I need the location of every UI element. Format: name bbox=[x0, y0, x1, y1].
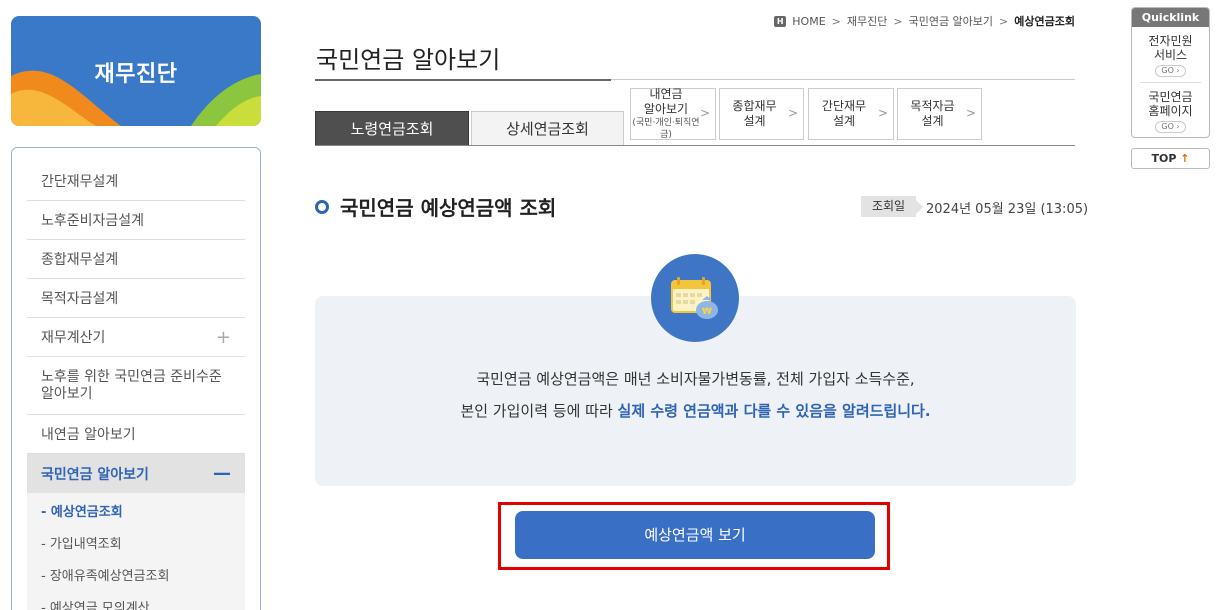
sidebar-item-label: 간단재무설계 bbox=[41, 174, 119, 190]
quick-tab-comprehensive-finance[interactable]: 종합재무 설계 > bbox=[719, 88, 804, 140]
page-title: 국민연금 알아보기 bbox=[316, 46, 501, 74]
breadcrumb-current: 예상연금조회 bbox=[1014, 15, 1075, 28]
quicklink-line2: 홈페이지 bbox=[1148, 104, 1193, 118]
sidebar-item-label: 목적자금설계 bbox=[41, 291, 119, 307]
quick-tab-line2: 설계 bbox=[921, 114, 944, 128]
quick-tab-simple-finance[interactable]: 간단재무 설계 > bbox=[808, 88, 894, 140]
tab-divider bbox=[315, 145, 1075, 146]
sidebar-submenu: - 예상연금조회 - 가입내역조회 - 장애유족예상연금조회 - 예상연금 모의… bbox=[27, 493, 245, 610]
quicklink-title: Quicklink bbox=[1132, 8, 1209, 27]
quick-tab-line2: 알아보기 bbox=[643, 102, 689, 116]
quick-tab-my-pension[interactable]: 내연금 알아보기 (국민·개인·퇴직연금) > bbox=[630, 87, 716, 140]
quick-tab-purpose-fund[interactable]: 목적자금 설계 > bbox=[897, 88, 982, 140]
svg-text:₩: ₩ bbox=[702, 307, 712, 317]
sidebar-item-label: 재무계산기 bbox=[41, 330, 106, 346]
go-badge: GO › bbox=[1155, 121, 1186, 133]
sidebar-subitem-disability-survivor[interactable]: - 장애유족예상연금조회 bbox=[27, 561, 245, 593]
breadcrumb: H HOME > 재무진단 > 국민연금 알아보기 > 예상연금조회 bbox=[774, 13, 1075, 29]
section-title: 국민연금 예상연금액 조회 bbox=[340, 196, 557, 220]
info-text-highlight: 실제 수령 연금액과 다를 수 있음을 알려드립니다. bbox=[617, 402, 931, 420]
sidebar-item-label: 노후를 위한 국민연금 준비수준 알아보기 bbox=[41, 368, 222, 402]
quicklink-e-civil-service[interactable]: 전자민원 서비스 GO › bbox=[1132, 27, 1209, 77]
sidebar-item-pension-readiness[interactable]: 노후를 위한 국민연금 준비수준 알아보기 bbox=[27, 357, 245, 415]
quick-tab-line1: 내연금 bbox=[649, 87, 683, 101]
sidebar-item-label: 종합재무설계 bbox=[41, 252, 119, 268]
chevron-right-icon: > bbox=[999, 14, 1009, 28]
sidebar-item-purpose-fund[interactable]: 목적자금설계 bbox=[27, 279, 245, 318]
arrow-up-icon: ↑ bbox=[1180, 152, 1190, 165]
left-banner: 재무진단 bbox=[11, 16, 261, 126]
quick-tab-line1: 간단재무 bbox=[821, 99, 867, 113]
view-expected-pension-button[interactable]: 예상연금액 보기 bbox=[515, 511, 875, 559]
tab-old-age-pension[interactable]: 노령연금조회 bbox=[315, 111, 469, 146]
quicklink-line1: 국민연금 bbox=[1148, 90, 1193, 104]
quicklink-line2: 서비스 bbox=[1153, 48, 1188, 62]
home-icon[interactable]: H bbox=[774, 15, 787, 27]
date-label: 조회일 bbox=[861, 196, 923, 217]
sidebar-item-comprehensive-finance[interactable]: 종합재무설계 bbox=[27, 240, 245, 279]
info-text-prefix: 본인 가입이력 등에 따라 bbox=[460, 402, 618, 420]
breadcrumb-home[interactable]: HOME bbox=[792, 15, 825, 28]
quick-tab-line2: 설계 bbox=[743, 114, 766, 128]
quicklink-panel: Quicklink 전자민원 서비스 GO › 국민연금 홈페이지 GO › bbox=[1131, 7, 1210, 138]
banner-title: 재무진단 bbox=[94, 62, 178, 87]
info-text-line2: 본인 가입이력 등에 따라 실제 수령 연금액과 다를 수 있음을 알려드립니다… bbox=[315, 400, 1076, 421]
sidebar-menu: 간단재무설계 노후준비자금설계 종합재무설계 목적자금설계 재무계산기 + 노후를… bbox=[11, 147, 261, 610]
title-underline bbox=[315, 79, 611, 81]
sidebar-item-label: 국민연금 알아보기 bbox=[41, 466, 149, 483]
quick-tab-note: (국민·개인·퇴직연금) bbox=[632, 118, 700, 140]
sidebar-subitem-pension-simulation[interactable]: - 예상연금 모의계산 bbox=[27, 593, 245, 610]
quick-tab-line1: 종합재무 bbox=[732, 99, 777, 113]
minus-icon: — bbox=[213, 463, 231, 484]
sidebar-item-label: 노후준비자금설계 bbox=[41, 213, 145, 229]
chevron-right-icon: > bbox=[877, 106, 888, 120]
plus-icon: + bbox=[215, 326, 231, 348]
bullet-icon bbox=[315, 200, 329, 214]
scroll-top-button[interactable]: TOP ↑ bbox=[1131, 148, 1210, 169]
chevron-right-icon: > bbox=[893, 14, 903, 28]
chevron-right-icon: > bbox=[699, 106, 710, 120]
sidebar-item-calculator[interactable]: 재무계산기 + bbox=[27, 318, 245, 357]
breadcrumb-item[interactable]: 국민연금 알아보기 bbox=[909, 13, 993, 29]
quick-tab-line2: 설계 bbox=[832, 114, 856, 128]
quick-tab-line1: 목적자금 bbox=[910, 99, 955, 113]
chevron-right-icon: > bbox=[787, 106, 798, 120]
top-label: TOP bbox=[1151, 152, 1177, 165]
quicklink-nps-homepage[interactable]: 국민연금 홈페이지 GO › bbox=[1132, 83, 1209, 133]
sidebar-item-retirement-fund[interactable]: 노후준비자금설계 bbox=[27, 201, 245, 240]
chevron-right-icon: > bbox=[965, 106, 976, 120]
sidebar-subitem-expected-pension[interactable]: - 예상연금조회 bbox=[27, 497, 245, 529]
sidebar-item-my-pension[interactable]: 내연금 알아보기 bbox=[27, 415, 245, 454]
tab-detailed-pension[interactable]: 상세연금조회 bbox=[471, 111, 624, 146]
calendar-coin-icon: ₩ bbox=[651, 254, 739, 342]
info-text-line1: 국민연금 예상연금액은 매년 소비자물가변동률, 전체 가입자 소득수준, bbox=[476, 370, 915, 388]
date-value: 2024년 05월 23일 (13:05) bbox=[926, 202, 1089, 217]
chevron-right-icon: > bbox=[831, 14, 841, 28]
sidebar-subitem-subscription-history[interactable]: - 가입내역조회 bbox=[27, 529, 245, 561]
sidebar-item-label: 내연금 알아보기 bbox=[41, 427, 136, 443]
sidebar-item-national-pension[interactable]: 국민연금 알아보기 — bbox=[27, 454, 245, 493]
quicklink-line1: 전자민원 bbox=[1148, 34, 1193, 48]
go-badge: GO › bbox=[1155, 65, 1186, 77]
breadcrumb-item[interactable]: 재무진단 bbox=[847, 13, 887, 29]
sidebar-item-simple-finance[interactable]: 간단재무설계 bbox=[27, 162, 245, 201]
